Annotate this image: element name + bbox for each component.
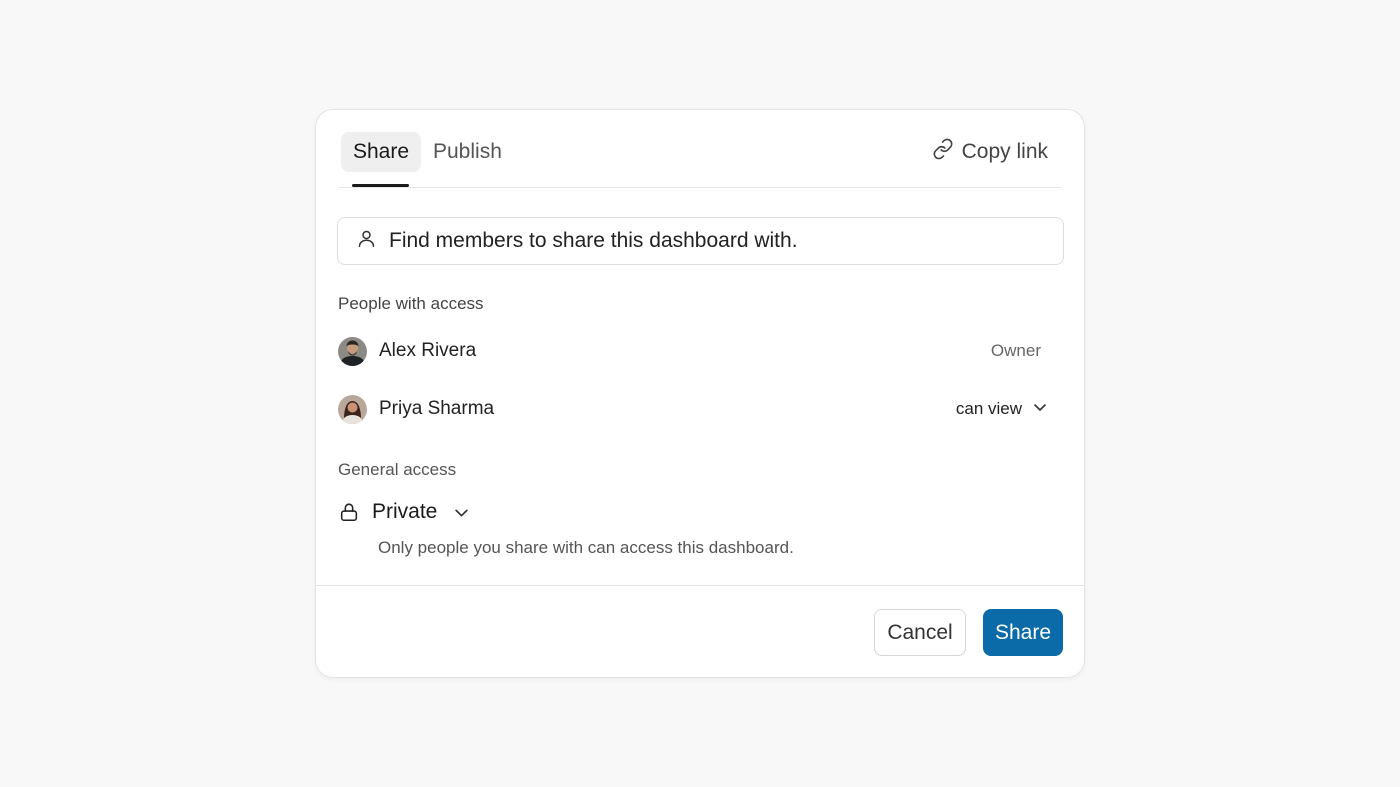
avatar (338, 336, 367, 366)
role-dropdown[interactable]: can view (956, 399, 1048, 420)
chevron-down-icon (449, 504, 470, 521)
general-access-dropdown[interactable]: Private (338, 498, 470, 526)
general-access-description: Only people you share with can access th… (378, 538, 794, 557)
copy-link-label: Copy link (961, 140, 1048, 163)
footer-divider (316, 585, 1084, 586)
link-icon (932, 138, 954, 166)
user-icon (356, 228, 377, 254)
tab-bar: Share Publish Copy link (338, 132, 1062, 188)
share-dialog: Share Publish Copy link People with acce… (315, 109, 1085, 678)
copy-link-button[interactable]: Copy link (932, 132, 1048, 172)
tab-share[interactable]: Share (341, 132, 421, 172)
lock-icon (338, 501, 360, 523)
general-access-label: General access (338, 460, 457, 479)
member-search[interactable] (337, 217, 1064, 265)
people-section-label: People with access (338, 294, 484, 313)
tab-publish[interactable]: Publish (433, 132, 502, 172)
list-item: Priya Sharma can view (338, 394, 1048, 424)
chevron-down-icon (1032, 399, 1048, 420)
search-input[interactable] (389, 229, 1029, 253)
cancel-button[interactable]: Cancel (874, 609, 966, 656)
role-dropdown-value: can view (955, 399, 1022, 418)
general-access-value: Private (372, 500, 438, 523)
list-item: Alex Rivera Owner (338, 336, 1048, 366)
member-role: Owner (990, 341, 1041, 360)
member-name: Priya Sharma (379, 398, 495, 419)
avatar (338, 394, 367, 424)
share-button[interactable]: Share (983, 609, 1063, 656)
active-tab-indicator (352, 184, 409, 187)
member-name: Alex Rivera (379, 340, 477, 361)
